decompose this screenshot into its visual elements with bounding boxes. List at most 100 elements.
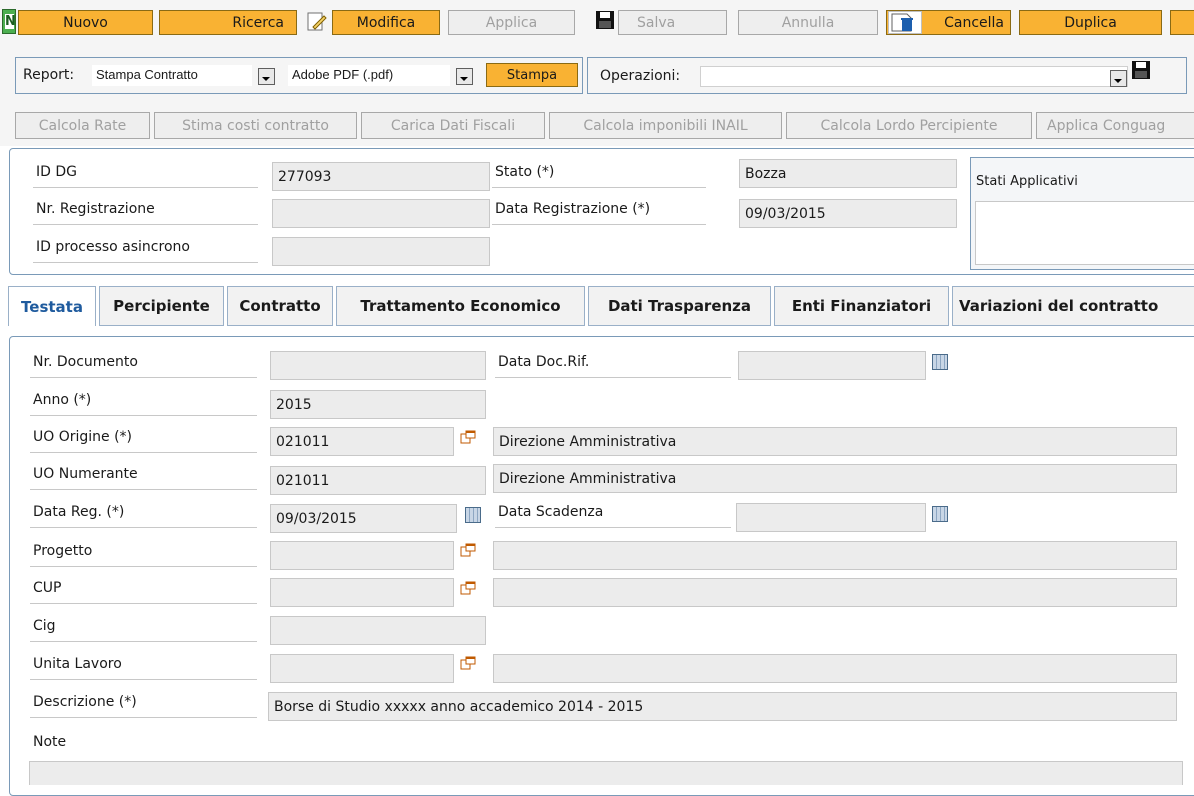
id-dg-label: ID DG <box>33 162 258 188</box>
calcola-lordo-label: Calcola Lordo Percipiente <box>820 117 998 134</box>
id-processo-field <box>272 237 490 266</box>
tab-enti-finanziatori-label: Enti Finanziatori <box>791 297 932 315</box>
modifica-button-label: Modifica <box>356 14 416 31</box>
calcola-rate-button[interactable]: Calcola Rate <box>15 112 150 139</box>
uo-origine-lookup-window-icon[interactable] <box>460 430 476 445</box>
applica-button-label: Applica <box>485 14 538 31</box>
note-field[interactable] <box>29 761 1183 785</box>
anno-label: Anno (*) <box>30 390 257 416</box>
stato-label: Stato (*) <box>492 162 706 188</box>
calcola-inail-label: Calcola imponibili INAIL <box>583 117 748 134</box>
calcola-lordo-button[interactable]: Calcola Lordo Percipiente <box>786 112 1032 139</box>
report-label: Report: <box>19 65 89 86</box>
operations-dropdown-arrow-icon[interactable] <box>1110 70 1127 87</box>
stampa-button[interactable]: Stampa <box>486 63 578 87</box>
stima-costi-label: Stima costi contratto <box>182 117 329 134</box>
data-registrazione-label: Data Registrazione (*) <box>492 199 706 225</box>
tab-testata[interactable]: Testata <box>8 286 96 326</box>
unita-lavoro-desc-field <box>493 654 1177 683</box>
data-reg-calendar-icon[interactable] <box>465 507 481 523</box>
cup-code-field[interactable] <box>270 578 454 607</box>
salva-button[interactable]: Salva <box>618 10 727 35</box>
new-document-icon[interactable]: N <box>2 9 16 34</box>
applica-button[interactable]: Applica <box>448 10 575 35</box>
tab-percipiente[interactable]: Percipiente <box>99 286 224 326</box>
data-doc-rif-calendar-icon[interactable] <box>932 354 948 370</box>
nuovo-button-label: Nuovo <box>63 14 108 31</box>
unita-lavoro-code-field[interactable] <box>270 654 454 683</box>
tab-dati-trasparenza[interactable]: Dati Trasparenza <box>588 286 771 326</box>
calcola-inail-button[interactable]: Calcola imponibili INAIL <box>549 112 782 139</box>
data-doc-rif-field[interactable] <box>738 351 926 380</box>
data-scadenza-label: Data Scadenza <box>495 502 731 528</box>
progetto-code-field[interactable] <box>270 541 454 570</box>
report-select-value: Stampa Contratto <box>96 67 198 82</box>
save-disk-icon <box>595 10 615 30</box>
modifica-button[interactable]: Modifica <box>332 10 440 35</box>
uo-origine-code-field[interactable]: 021011 <box>270 427 454 456</box>
cup-lookup-window-icon[interactable] <box>460 581 476 596</box>
uo-origine-desc-field: Direzione Amministrativa <box>493 427 1177 456</box>
note-label: Note <box>33 734 67 750</box>
carica-dati-fiscali-label: Carica Dati Fiscali <box>390 117 516 134</box>
data-scadenza-calendar-icon[interactable] <box>932 506 948 522</box>
nr-documento-field[interactable] <box>270 351 486 380</box>
tab-trattamento-economico[interactable]: Trattamento Economico <box>336 286 585 326</box>
data-doc-rif-label: Data Doc.Rif. <box>495 352 731 378</box>
progetto-desc-field <box>493 541 1177 570</box>
operations-label: Operazioni: <box>596 66 700 87</box>
operations-select[interactable] <box>700 66 1128 87</box>
tab-contratto[interactable]: Contratto <box>227 286 333 326</box>
tab-percipiente-label: Percipiente <box>113 297 210 315</box>
nr-documento-label: Nr. Documento <box>30 352 257 378</box>
report-select[interactable]: Stampa Contratto <box>92 65 252 86</box>
stati-applicativi-box: Stati Applicativi <box>970 157 1194 270</box>
nr-registrazione-label: Nr. Registrazione <box>33 199 258 225</box>
stati-applicativi-label: Stati Applicativi <box>976 174 1078 189</box>
duplica-button-label: Duplica <box>1064 14 1117 31</box>
descrizione-field[interactable]: Borse di Studio xxxxx anno accademico 20… <box>268 692 1177 721</box>
data-registrazione-field: 09/03/2015 <box>739 199 957 228</box>
tab-trattamento-label: Trattamento Economico <box>360 297 561 315</box>
format-select[interactable]: Adobe PDF (.pdf) <box>288 65 450 86</box>
nr-registrazione-field <box>272 199 490 228</box>
stato-field: Bozza <box>739 159 957 188</box>
cig-field[interactable] <box>270 616 486 645</box>
cup-desc-field <box>493 578 1177 607</box>
save-disk-icon[interactable] <box>1131 60 1151 80</box>
more-toolbar-button[interactable] <box>1170 10 1194 35</box>
cancella-button-label: Cancella <box>944 14 1004 31</box>
progetto-label: Progetto <box>30 541 257 567</box>
uo-origine-label: UO Origine (*) <box>30 427 257 453</box>
anno-field[interactable]: 2015 <box>270 390 486 419</box>
tab-testata-label: Testata <box>21 297 83 316</box>
annulla-button[interactable]: Annulla <box>738 10 878 35</box>
tab-contratto-label: Contratto <box>239 297 321 315</box>
stima-costi-button[interactable]: Stima costi contratto <box>154 112 357 139</box>
progetto-lookup-window-icon[interactable] <box>460 543 476 558</box>
id-processo-label: ID processo asincrono <box>33 237 258 263</box>
tab-enti-finanziatori[interactable]: Enti Finanziatori <box>774 286 949 326</box>
data-reg-field[interactable]: 09/03/2015 <box>270 504 457 533</box>
data-scadenza-field[interactable] <box>736 503 926 532</box>
edit-pencil-icon <box>307 12 327 32</box>
annulla-button-label: Annulla <box>781 14 835 31</box>
descrizione-label: Descrizione (*) <box>30 692 257 718</box>
format-dropdown-arrow-icon[interactable] <box>456 68 473 85</box>
report-dropdown-arrow-icon[interactable] <box>258 68 275 85</box>
ricerca-button[interactable]: Ricerca <box>159 10 297 35</box>
applica-conguaglio-label: Applica Conguag <box>1047 117 1166 134</box>
cup-label: CUP <box>30 578 257 604</box>
cig-label: Cig <box>30 616 257 642</box>
carica-dati-fiscali-button[interactable]: Carica Dati Fiscali <box>361 112 545 139</box>
format-select-value: Adobe PDF (.pdf) <box>292 67 394 82</box>
applica-conguaglio-button[interactable]: Applica Conguag <box>1036 112 1194 139</box>
unita-lavoro-lookup-window-icon[interactable] <box>460 656 476 671</box>
operations-label-text: Operazioni: <box>600 68 681 84</box>
duplica-button[interactable]: Duplica <box>1019 10 1162 35</box>
tab-variazioni-label: Variazioni del contratto <box>959 297 1159 315</box>
nuovo-button[interactable]: Nuovo <box>18 10 153 35</box>
uo-numerante-code-field: 021011 <box>270 466 486 495</box>
stati-applicativi-list[interactable] <box>975 201 1194 265</box>
tab-variazioni-contratto[interactable]: Variazioni del contratto <box>952 286 1194 326</box>
